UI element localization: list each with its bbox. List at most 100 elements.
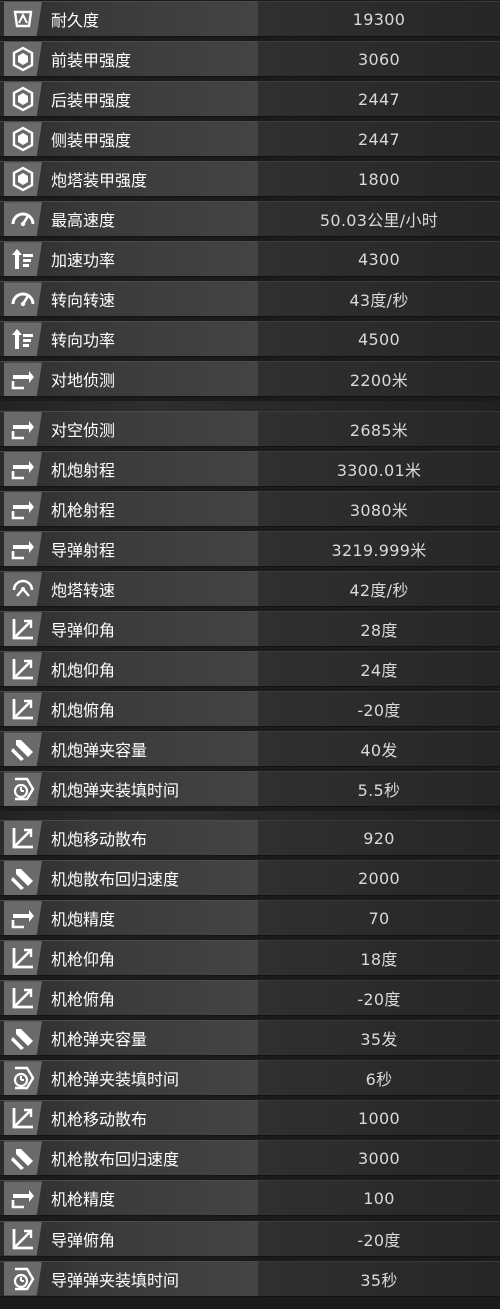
stat-label: 机枪弹夹装填时间: [51, 1070, 180, 1090]
stat-label: 机炮散布回归速度: [51, 870, 180, 890]
stat-value: 4500: [258, 321, 500, 358]
stat-label-cell: 机枪散布回归速度: [0, 1140, 258, 1177]
stat-label: 炮塔转速: [51, 581, 116, 601]
ammo-icon: [4, 732, 42, 767]
stat-row: 机炮弹夹装填时间 5.5秒: [0, 770, 500, 808]
ammo-icon: [4, 861, 42, 896]
stat-value: 28度: [258, 611, 500, 648]
stat-label: 导弹弹夹装填时间: [51, 1270, 180, 1290]
stat-value: 18度: [258, 940, 500, 977]
turret-rotation-icon: [4, 572, 42, 607]
stat-label: 机炮俯角: [51, 701, 116, 721]
stat-label-cell: 机炮移动散布: [0, 820, 258, 856]
stat-row: 炮塔装甲强度 1800: [0, 160, 500, 198]
stat-value: -20度: [258, 691, 500, 728]
stat-value: 2685米: [258, 411, 500, 447]
stat-label-cell: 炮塔转速: [0, 571, 258, 608]
stat-label-cell: 炮塔装甲强度: [0, 161, 258, 198]
stat-row: 机炮精度 70: [0, 899, 500, 937]
stat-label: 最高速度: [51, 211, 116, 231]
armor-plate-icon: [4, 162, 42, 197]
stat-value: 3060: [258, 41, 500, 78]
angle-icon: [4, 1101, 42, 1136]
stat-row: 机枪射程 3080米: [0, 490, 500, 528]
stat-value: 1800: [258, 161, 500, 198]
stat-value: 920: [258, 820, 500, 856]
stat-value: -20度: [258, 1220, 500, 1257]
stat-value: 6秒: [258, 1060, 500, 1097]
stat-label: 机炮仰角: [51, 661, 116, 681]
stat-row: 机炮射程 3300.01米: [0, 450, 500, 488]
stat-label: 机炮弹夹装填时间: [51, 781, 180, 801]
stat-label: 前装甲强度: [51, 51, 132, 71]
angle-icon: [4, 652, 42, 687]
stat-label: 导弹俯角: [51, 1230, 116, 1250]
stat-row: 导弹弹夹装填时间 35秒: [0, 1260, 500, 1298]
angle-icon: [4, 941, 42, 976]
stat-label: 机枪仰角: [51, 950, 116, 970]
armor-plate-icon: [4, 82, 42, 117]
stat-label-cell: 机枪弹夹容量: [0, 1020, 258, 1057]
stat-label: 侧装甲强度: [51, 131, 132, 151]
stat-row: 机炮弹夹容量 40发: [0, 730, 500, 768]
stat-row: 后装甲强度 2447: [0, 80, 500, 118]
stat-row: 机枪仰角 18度: [0, 939, 500, 977]
stat-row: 前装甲强度 3060: [0, 40, 500, 78]
stat-label-cell: 加速功率: [0, 241, 258, 278]
stat-label: 导弹仰角: [51, 621, 116, 641]
stat-value: 70: [258, 900, 500, 937]
stat-label: 机炮移动散布: [51, 830, 148, 849]
stat-label-cell: 机炮俯角: [0, 691, 258, 728]
stat-value: 100: [258, 1180, 500, 1217]
stat-label-cell: 机炮射程: [0, 451, 258, 488]
angle-icon: [4, 821, 42, 855]
stat-label: 炮塔装甲强度: [51, 171, 148, 191]
angle-icon: [4, 1221, 42, 1256]
reload-timer-icon: [4, 772, 42, 807]
stat-label: 转向转速: [51, 291, 116, 311]
stat-value: 43度/秒: [258, 281, 500, 318]
power-arrow-icon: [4, 322, 42, 357]
stat-row: 机炮散布回归速度 2000: [0, 859, 500, 897]
stat-label: 机枪散布回归速度: [51, 1150, 180, 1170]
stat-value: 50.03公里/小时: [258, 201, 500, 238]
stat-row: 机炮移动散布 920: [0, 819, 500, 857]
stat-value: 35发: [258, 1020, 500, 1057]
stat-label-cell: 导弹弹夹装填时间: [0, 1260, 258, 1297]
range-arrows-icon: [4, 452, 42, 487]
stat-value: 5.5秒: [258, 771, 500, 808]
stat-label-cell: 对地侦测: [0, 361, 258, 398]
stats-sheet: 耐久度 19300 前装甲强度 3060 后装甲强度 2447 侧装甲强度 2447 炮塔装甲强…: [0, 0, 500, 1309]
stat-row: 机炮仰角 24度: [0, 650, 500, 688]
stat-label: 机炮射程: [51, 461, 116, 481]
stat-label: 耐久度: [51, 11, 100, 30]
stat-row: 侧装甲强度 2447: [0, 120, 500, 158]
stat-label-cell: 导弹射程: [0, 531, 258, 568]
stat-label-cell: 机枪俯角: [0, 980, 258, 1017]
stat-value: 19300: [258, 1, 500, 37]
stat-row: 机枪弹夹装填时间 6秒: [0, 1059, 500, 1097]
angle-icon: [4, 692, 42, 727]
range-arrows-icon: [4, 532, 42, 567]
armor-durability-icon: [4, 2, 42, 36]
stat-label: 对地侦测: [51, 371, 116, 391]
ammo-icon: [4, 1021, 42, 1056]
angle-icon: [4, 981, 42, 1016]
stat-value: 2200米: [258, 361, 500, 398]
stat-label-cell: 机炮弹夹装填时间: [0, 771, 258, 808]
stat-value: 40发: [258, 731, 500, 768]
stat-label-cell: 机炮散布回归速度: [0, 860, 258, 897]
reload-timer-icon: [4, 1261, 42, 1296]
stat-label-cell: 机炮精度: [0, 900, 258, 937]
stat-value: 3219.999米: [258, 531, 500, 568]
stat-label-cell: 导弹俯角: [0, 1220, 258, 1257]
stat-label: 机枪精度: [51, 1190, 116, 1210]
stat-label-cell: 后装甲强度: [0, 81, 258, 118]
stat-label-cell: 对空侦测: [0, 411, 258, 447]
stat-row: 转向转速 43度/秒: [0, 280, 500, 318]
stat-label-cell: 最高速度: [0, 201, 258, 238]
stat-label-cell: 机枪精度: [0, 1180, 258, 1217]
armor-plate-icon: [4, 42, 42, 77]
stat-label: 机炮弹夹容量: [51, 741, 148, 761]
stat-row: 转向功率 4500: [0, 320, 500, 358]
